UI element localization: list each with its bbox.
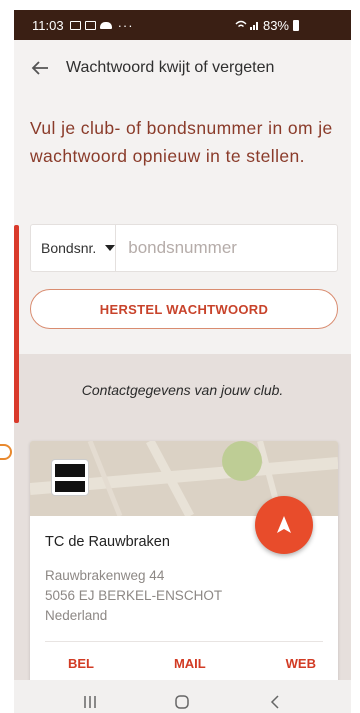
club-address-city: 5056 EJ BERKEL-ENSCHOT: [45, 588, 223, 603]
club-name: TC de Rauwbraken: [45, 534, 170, 550]
navigate-button[interactable]: [255, 496, 313, 554]
system-nav-bar: [14, 680, 351, 713]
chevron-left-icon: [270, 694, 279, 709]
more-notifications: ···: [117, 17, 134, 33]
number-type-value: Bondsnr.: [41, 240, 97, 256]
status-bar: 11:03 ··· 83%: [14, 10, 351, 40]
club-address-street: Rauwbrakenweg 44: [45, 568, 165, 583]
system-back-button[interactable]: [255, 687, 295, 713]
logo-mark-top: [55, 464, 85, 477]
intro-text: Vul je club- of bondsnummer in om je wac…: [30, 118, 333, 166]
web-button[interactable]: WEB: [286, 656, 316, 671]
club-card: TC de Rauwbraken Rauwbrakenweg 44 5056 E…: [30, 441, 338, 691]
recents-icon: [84, 695, 96, 708]
club-contact-heading: Contactgegevens van jouw club.: [81, 382, 284, 398]
member-number-input[interactable]: [116, 225, 350, 271]
back-button[interactable]: [14, 40, 66, 96]
logo-mark-bottom: [55, 481, 85, 492]
club-logo: [51, 459, 89, 496]
recents-button[interactable]: [70, 687, 110, 713]
club-contact-section: Contactgegevens van jouw club. TC de Rau…: [14, 354, 351, 691]
left-edge-indicator: [0, 444, 12, 460]
member-number-form: Bondsnr.: [30, 224, 350, 272]
club-address-country: Nederland: [45, 608, 108, 623]
status-time: 11:03: [32, 17, 64, 33]
app-bar: Wachtwoord kwijt of vergeten: [14, 40, 351, 96]
card-divider: [45, 641, 323, 642]
club-actions: BEL MAIL WEB: [30, 656, 338, 671]
image-icon: [69, 20, 81, 30]
arrow-left-icon: [31, 61, 48, 75]
phone-screen: 11:03 ··· 83% Wachtwoord kwijt of verget…: [14, 10, 351, 713]
home-button[interactable]: [162, 687, 202, 713]
home-icon: [175, 694, 190, 709]
gallery-icon: [84, 20, 96, 30]
left-edge-accent: [14, 225, 19, 423]
number-type-select[interactable]: Bondsnr.: [31, 225, 117, 271]
notification-icons: [69, 20, 112, 30]
battery-icon: [293, 19, 299, 31]
mail-button[interactable]: MAIL: [174, 656, 206, 671]
cloud-icon: [99, 21, 112, 29]
navigation-arrow-icon: [277, 516, 291, 533]
caret-down-icon: [105, 245, 116, 251]
reset-password-button[interactable]: HERSTEL WACHTWOORD: [30, 289, 338, 329]
system-indicators: 83%: [235, 18, 299, 33]
battery-percent: 83%: [262, 17, 289, 33]
page-title: Wachtwoord kwijt of vergeten: [66, 59, 275, 76]
wifi-signal-icon: [235, 20, 258, 30]
call-button[interactable]: BEL: [68, 656, 94, 671]
